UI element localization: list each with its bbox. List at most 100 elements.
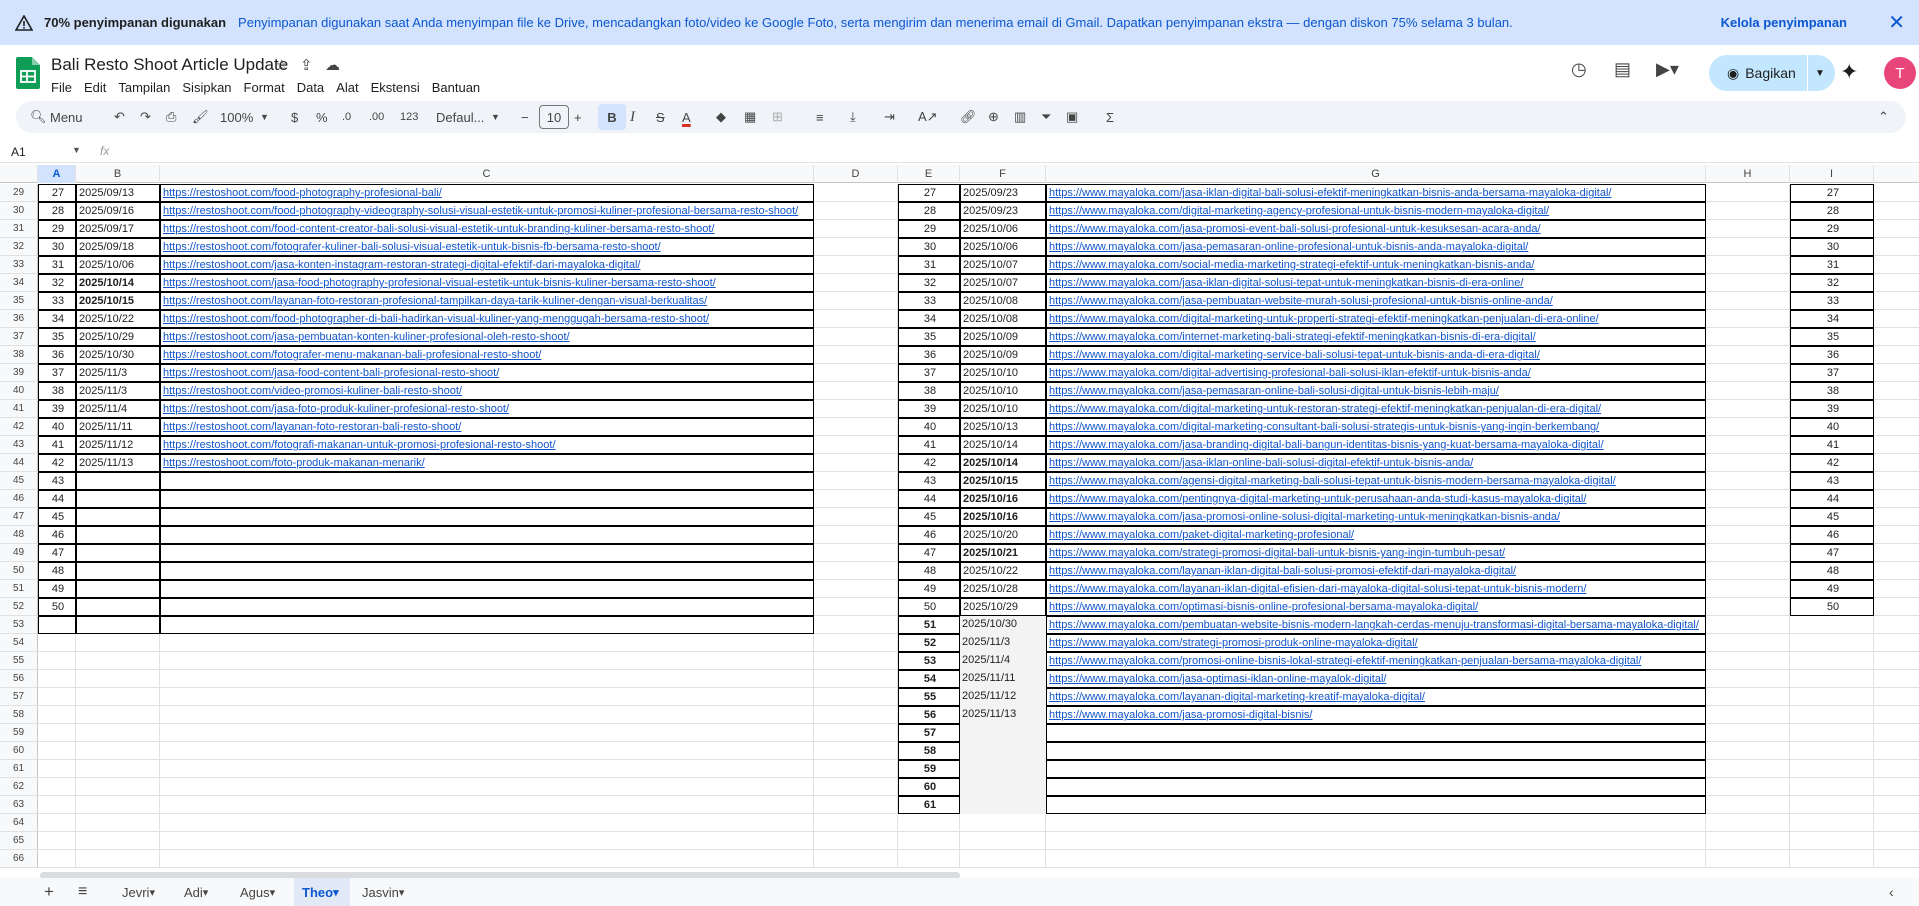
cell-e[interactable]: 36 — [898, 346, 960, 364]
redo-icon[interactable]: ↷ — [140, 101, 151, 133]
cell-i[interactable]: 27 — [1790, 184, 1874, 202]
cell-e[interactable]: 35 — [898, 328, 960, 346]
cell-f-date[interactable]: 2025/10/08 — [960, 292, 1046, 310]
add-sheet-icon[interactable]: + — [44, 878, 54, 906]
cell-e[interactable]: 44 — [898, 490, 960, 508]
cell-c-url[interactable] — [160, 526, 814, 544]
cell-g-url[interactable]: https://www.mayaloka.com/strategi-promos… — [1046, 544, 1706, 562]
cell-g-url[interactable]: https://www.mayaloka.com/jasa-promosi-ev… — [1046, 220, 1706, 238]
cell-f-date[interactable]: 2025/09/23 — [960, 184, 1046, 202]
row-header[interactable]: 65 — [0, 832, 38, 850]
cell-f-date[interactable]: 2025/10/13 — [960, 418, 1046, 436]
row-header[interactable]: 29 — [0, 184, 38, 202]
cell-g-url[interactable] — [1046, 742, 1706, 760]
all-sheets-icon[interactable]: ≡ — [78, 878, 87, 906]
cell-g-url[interactable]: https://www.mayaloka.com/pentingnya-digi… — [1046, 490, 1706, 508]
cell-f-date[interactable]: 2025/11/3 — [960, 634, 1046, 652]
cell-f-date[interactable]: 2025/10/16 — [960, 508, 1046, 526]
cell-b-date[interactable] — [76, 490, 160, 508]
cell-b-date[interactable]: 2025/11/13 — [76, 454, 160, 472]
cell-b-date[interactable] — [76, 580, 160, 598]
cell-e[interactable]: 37 — [898, 364, 960, 382]
cell-g-url[interactable]: https://www.mayaloka.com/agensi-digital-… — [1046, 472, 1706, 490]
strikethrough-button[interactable]: S — [656, 101, 665, 133]
column-header-e[interactable]: E — [898, 165, 960, 183]
cell-a[interactable]: 34 — [38, 310, 76, 328]
cell-i[interactable]: 34 — [1790, 310, 1874, 328]
cell-e[interactable]: 51 — [898, 616, 960, 634]
sheet-tab-jasvin[interactable]: Jasvin ▾ — [354, 878, 426, 906]
row-header[interactable]: 63 — [0, 796, 38, 814]
cell-e[interactable]: 30 — [898, 238, 960, 256]
cell-e[interactable]: 40 — [898, 418, 960, 436]
close-icon[interactable]: ✕ — [1888, 10, 1905, 35]
cell-a[interactable]: 49 — [38, 580, 76, 598]
cell-g-url[interactable] — [1046, 796, 1706, 814]
select-all-corner[interactable] — [0, 165, 38, 183]
cell-g-url[interactable]: https://www.mayaloka.com/digital-marketi… — [1046, 346, 1706, 364]
row-header[interactable]: 35 — [0, 292, 38, 310]
sheet-tab-jevri[interactable]: Jevri ▾ — [114, 878, 174, 906]
cell-e[interactable]: 38 — [898, 382, 960, 400]
cell-a[interactable]: 32 — [38, 274, 76, 292]
sheets-logo-icon[interactable] — [16, 57, 40, 91]
cell-c-url[interactable] — [160, 544, 814, 562]
chevron-down-icon[interactable]: ▾ — [333, 886, 339, 899]
cell-c-url[interactable] — [160, 616, 814, 634]
row-header[interactable]: 59 — [0, 724, 38, 742]
undo-icon[interactable]: ↶ — [114, 101, 125, 133]
cell-b-date[interactable] — [76, 562, 160, 580]
share-button[interactable]: ◉ Bagikan ▼ — [1709, 55, 1835, 91]
cell-g-url[interactable]: https://www.mayaloka.com/promosi-online-… — [1046, 652, 1706, 670]
cell-a[interactable]: 43 — [38, 472, 76, 490]
cell-g-url[interactable]: https://www.mayaloka.com/jasa-pembuatan-… — [1046, 292, 1706, 310]
row-header[interactable]: 40 — [0, 382, 38, 400]
row-header[interactable]: 55 — [0, 652, 38, 670]
cell-a[interactable]: 46 — [38, 526, 76, 544]
move-icon[interactable]: ⇪ — [300, 56, 313, 74]
cell-g-url[interactable]: https://www.mayaloka.com/digital-marketi… — [1046, 310, 1706, 328]
cell-f-date[interactable]: 2025/11/4 — [960, 652, 1046, 670]
row-header[interactable]: 64 — [0, 814, 38, 832]
row-header[interactable]: 62 — [0, 778, 38, 796]
row-header[interactable]: 41 — [0, 400, 38, 418]
cell-f-date[interactable]: 2025/10/22 — [960, 562, 1046, 580]
cell-g-url[interactable]: https://www.mayaloka.com/jasa-promosi-on… — [1046, 508, 1706, 526]
chevron-down-icon[interactable]: ▼ — [1815, 68, 1825, 79]
cell-i[interactable]: 31 — [1790, 256, 1874, 274]
menu-extensions[interactable]: Ekstensi — [365, 77, 426, 98]
cell-c-url[interactable]: https://restoshoot.com/layanan-foto-rest… — [160, 418, 814, 436]
add-comment-icon[interactable]: ⊕ — [988, 101, 999, 133]
cell-a[interactable]: 37 — [38, 364, 76, 382]
row-header[interactable]: 56 — [0, 670, 38, 688]
font-size-decrease-icon[interactable]: − — [521, 101, 529, 133]
cell-e[interactable]: 50 — [898, 598, 960, 616]
row-header[interactable]: 52 — [0, 598, 38, 616]
cell-i[interactable]: 41 — [1790, 436, 1874, 454]
menu-insert[interactable]: Sisipkan — [176, 77, 237, 98]
font-select[interactable]: Defaul... — [436, 101, 484, 133]
row-header[interactable]: 37 — [0, 328, 38, 346]
cell-b-date[interactable] — [76, 472, 160, 490]
cell-f-date[interactable]: 2025/10/07 — [960, 256, 1046, 274]
cell-e[interactable]: 33 — [898, 292, 960, 310]
cell-e[interactable]: 46 — [898, 526, 960, 544]
paint-format-icon[interactable]: 🖌︎ — [192, 101, 209, 133]
cell-a[interactable]: 50 — [38, 598, 76, 616]
cell-a[interactable]: 30 — [38, 238, 76, 256]
cell-e[interactable]: 59 — [898, 760, 960, 778]
cell-e[interactable]: 48 — [898, 562, 960, 580]
cell-e[interactable]: 53 — [898, 652, 960, 670]
cell-e[interactable]: 42 — [898, 454, 960, 472]
history-icon[interactable]: ◷ — [1571, 59, 1587, 80]
cell-a[interactable]: 35 — [38, 328, 76, 346]
row-header[interactable]: 45 — [0, 472, 38, 490]
cell-g-url[interactable] — [1046, 778, 1706, 796]
cell-i[interactable]: 28 — [1790, 202, 1874, 220]
cloud-status-icon[interactable]: ☁ — [325, 56, 340, 74]
row-header[interactable]: 32 — [0, 238, 38, 256]
row-header[interactable]: 53 — [0, 616, 38, 634]
insert-chart-icon[interactable]: ▥ — [1014, 101, 1026, 133]
cell-e[interactable]: 58 — [898, 742, 960, 760]
cell-c-url[interactable] — [160, 472, 814, 490]
